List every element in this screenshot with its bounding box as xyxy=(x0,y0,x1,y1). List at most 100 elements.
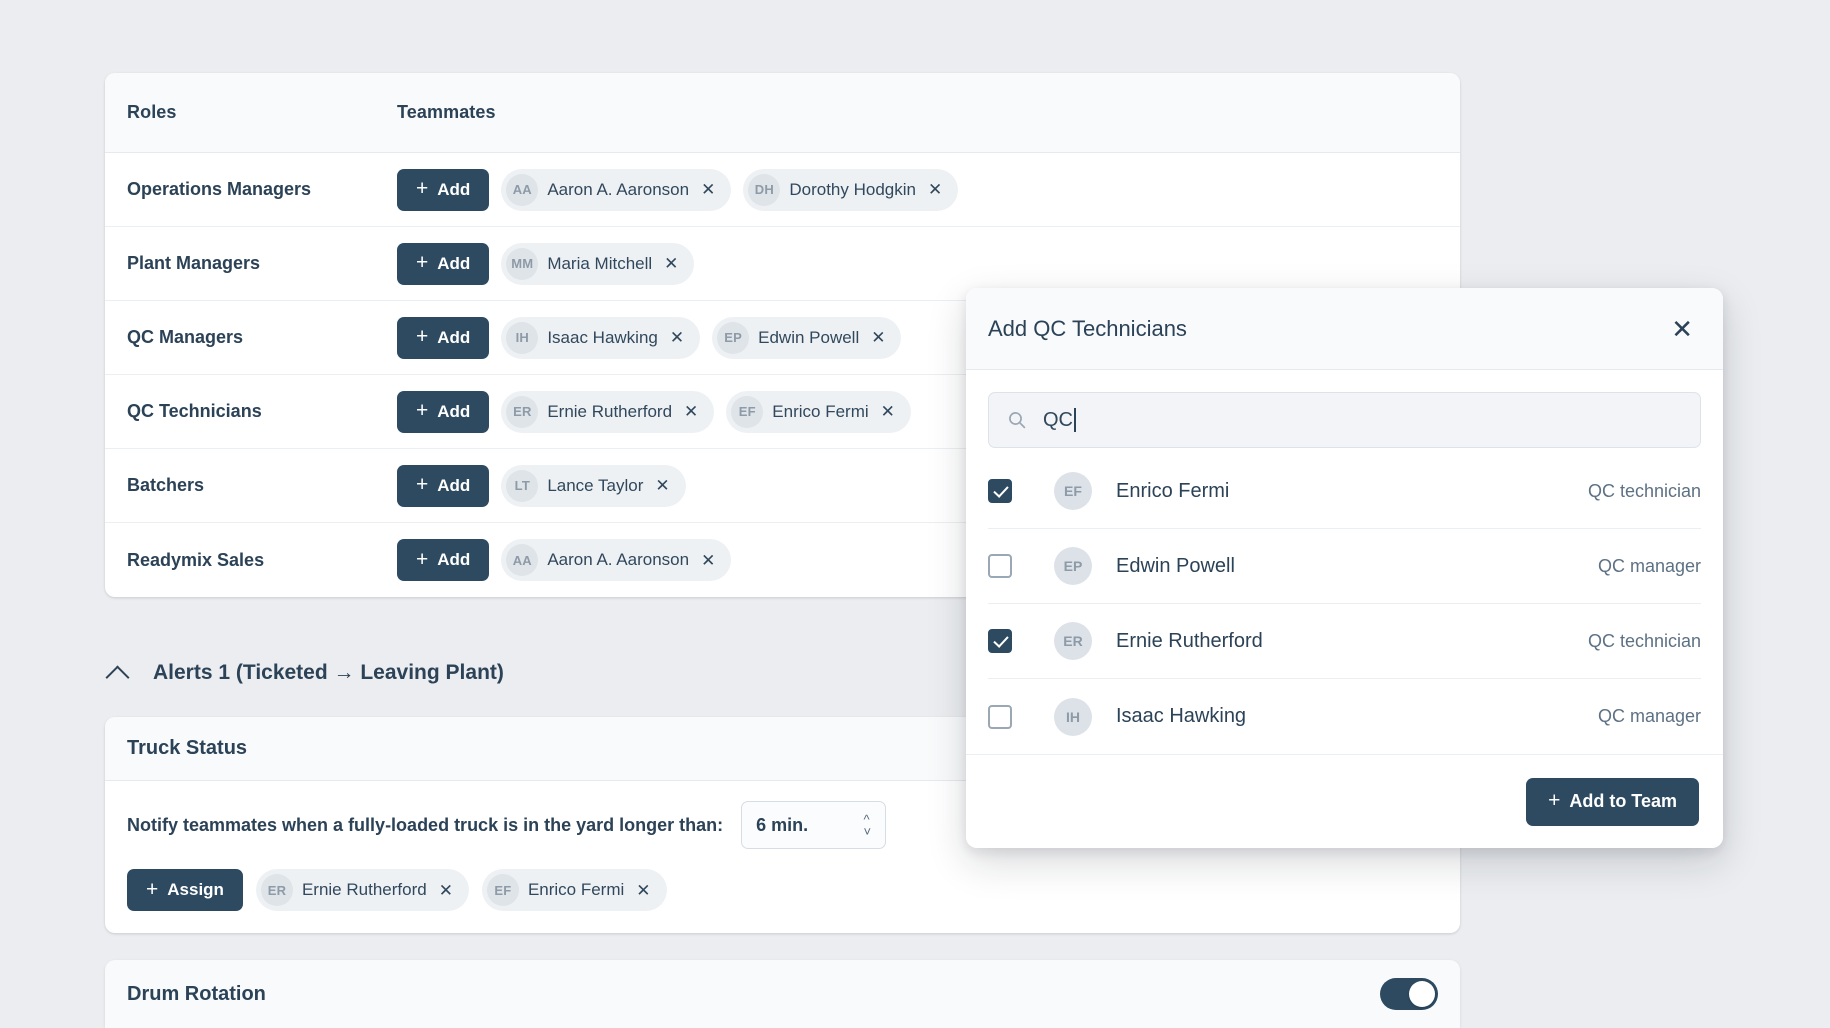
teammate-chip: EF Enrico Fermi ✕ xyxy=(481,869,667,911)
assignees-row: + Assign ER Ernie Rutherford ✕ EF Enrico Fer… xyxy=(127,869,1438,911)
add-teammate-button[interactable]: + Add xyxy=(397,242,490,285)
teammate-name: Enrico Fermi xyxy=(772,401,869,421)
add-teammate-button[interactable]: + Add xyxy=(397,539,490,581)
column-header-teammates: Teammates xyxy=(397,102,496,122)
remove-icon[interactable]: ✕ xyxy=(636,882,650,899)
remove-icon[interactable]: ✕ xyxy=(684,403,698,420)
teammate-chip: ER Ernie Rutherford ✕ xyxy=(501,390,715,433)
teammate-chip-list: + Add ER Ernie Rutherford ✕ EF Enrico Fermi ✕ xyxy=(397,390,911,433)
avatar: AA xyxy=(506,173,539,206)
avatar: EP xyxy=(717,321,750,354)
drum-rotation-toggle[interactable] xyxy=(1380,978,1438,1010)
avatar: DH xyxy=(748,173,781,206)
add-to-team-button[interactable]: + Add to Team xyxy=(1526,777,1699,826)
remove-icon[interactable]: ✕ xyxy=(670,329,684,346)
teammate-chip: EF Enrico Fermi ✕ xyxy=(726,390,911,433)
remove-icon[interactable]: ✕ xyxy=(655,477,669,494)
role-name: Readymix Sales xyxy=(127,549,265,570)
text-cursor xyxy=(1074,408,1076,432)
modal-footer: + Add to Team xyxy=(966,754,1723,848)
remove-icon[interactable]: ✕ xyxy=(871,329,885,346)
person-role: QC technician xyxy=(1587,480,1701,501)
add-teammate-button[interactable]: + Add xyxy=(397,464,490,507)
teammate-chip: AA Aaron A. Aaronson ✕ xyxy=(501,168,732,211)
plus-icon: + xyxy=(416,325,429,348)
chevron-up-icon xyxy=(105,660,131,686)
person-checkbox[interactable] xyxy=(988,479,1012,503)
assignee-chip-list: ER Ernie Rutherford ✕ EF Enrico Fermi ✕ xyxy=(255,869,667,911)
person-checkbox[interactable] xyxy=(988,554,1012,578)
avatar: LT xyxy=(506,469,539,502)
add-teammates-modal: Add QC Technicians ✕ QC EF Enrico Fermi QC… xyxy=(966,288,1723,848)
remove-icon[interactable]: ✕ xyxy=(701,181,715,198)
roles-table-header: Roles Teammates xyxy=(105,73,1460,153)
teammate-name: Enrico Fermi xyxy=(527,880,625,899)
teammate-chip: IH Isaac Hawking ✕ xyxy=(501,316,701,359)
role-name: QC Managers xyxy=(127,327,244,347)
app-root: Roles Teammates Operations Managers + Add A… xyxy=(0,0,1830,1028)
avatar: ER xyxy=(1054,622,1092,660)
role-name: Plant Managers xyxy=(127,253,261,273)
teammate-chip-list: + Add AA Aaron A. Aaronson ✕ xyxy=(397,539,732,581)
add-teammate-button[interactable]: + Add xyxy=(397,316,490,359)
modal-title: Add QC Technicians xyxy=(988,315,1187,341)
teammate-chip: LT Lance Taylor ✕ xyxy=(501,464,686,507)
search-input[interactable]: QC xyxy=(988,392,1701,448)
remove-icon[interactable]: ✕ xyxy=(881,403,895,420)
avatar: ER xyxy=(260,874,293,906)
role-name: Batchers xyxy=(127,475,205,495)
stepper-down-icon[interactable]: ˅ xyxy=(864,825,872,838)
person-name: Isaac Hawking xyxy=(1116,705,1247,727)
person-role: QC manager xyxy=(1597,706,1701,726)
teammate-chip: AA Aaron A. Aaronson ✕ xyxy=(501,539,732,581)
person-checkbox[interactable] xyxy=(988,704,1012,729)
stepper-up-icon[interactable]: ^ xyxy=(864,813,872,826)
teammate-name: Edwin Powell xyxy=(758,327,860,347)
teammate-name: Ernie Rutherford xyxy=(301,880,427,899)
add-button-label: Add xyxy=(437,253,471,273)
add-button-label: Add xyxy=(437,179,471,199)
remove-icon[interactable]: ✕ xyxy=(664,255,678,272)
person-role: QC manager xyxy=(1597,555,1701,576)
teammate-name: Aaron A. Aaronson xyxy=(547,179,690,199)
plus-icon: + xyxy=(416,547,429,571)
alerts-section-toggle[interactable]: Alerts 1 (Ticketed → Leaving Plant) xyxy=(105,660,504,686)
teammate-chip: ER Ernie Rutherford ✕ xyxy=(255,869,469,911)
avatar: EF xyxy=(486,874,519,906)
search-input-value-wrapper: QC xyxy=(1043,408,1076,432)
role-name: Operations Managers xyxy=(127,179,312,199)
list-item[interactable]: EP Edwin Powell QC manager xyxy=(988,529,1701,604)
list-item[interactable]: ER Ernie Rutherford QC technician xyxy=(988,604,1701,679)
teammate-name: Dorothy Hodgkin xyxy=(789,179,916,199)
list-item[interactable]: EF Enrico Fermi QC technician xyxy=(988,454,1701,529)
person-checkbox[interactable] xyxy=(988,629,1012,653)
plus-icon: + xyxy=(1548,789,1561,812)
teammate-name: Lance Taylor xyxy=(547,475,644,495)
teammate-chip: MM Maria Mitchell ✕ xyxy=(501,242,695,285)
add-teammate-button[interactable]: + Add xyxy=(397,168,490,211)
duration-stepper[interactable]: 6 min. ^ ˅ xyxy=(741,801,887,849)
remove-icon[interactable]: ✕ xyxy=(701,552,715,569)
teammate-name: Maria Mitchell xyxy=(547,253,653,273)
avatar: EF xyxy=(1054,472,1092,510)
avatar: ER xyxy=(506,395,539,428)
stepper-arrows-icon[interactable]: ^ ˅ xyxy=(864,813,872,838)
modal-header: Add QC Technicians ✕ xyxy=(966,288,1723,370)
plus-icon: + xyxy=(416,177,429,200)
avatar: IH xyxy=(506,321,539,354)
teammate-chip: DH Dorothy Hodgkin ✕ xyxy=(743,168,959,211)
drum-rotation-card: Drum Rotation xyxy=(105,960,1460,1028)
close-icon[interactable]: ✕ xyxy=(1665,310,1699,348)
add-teammate-button[interactable]: + Add xyxy=(397,390,490,433)
search-icon xyxy=(1007,410,1027,430)
notify-threshold-label: Notify teammates when a fully-loaded tru… xyxy=(127,814,724,835)
alerts-section-title: Alerts 1 (Ticketed → Leaving Plant) xyxy=(153,661,504,684)
assign-button[interactable]: + Assign xyxy=(127,869,243,911)
list-item[interactable]: IH Isaac Hawking QC manager xyxy=(988,679,1701,754)
add-button-label: Add xyxy=(437,475,471,495)
plus-icon: + xyxy=(416,399,429,422)
avatar: IH xyxy=(1054,697,1092,736)
table-row: Operations Managers + Add AA Aaron A. Aarons… xyxy=(105,153,1460,227)
remove-icon[interactable]: ✕ xyxy=(928,181,942,198)
remove-icon[interactable]: ✕ xyxy=(439,882,453,899)
